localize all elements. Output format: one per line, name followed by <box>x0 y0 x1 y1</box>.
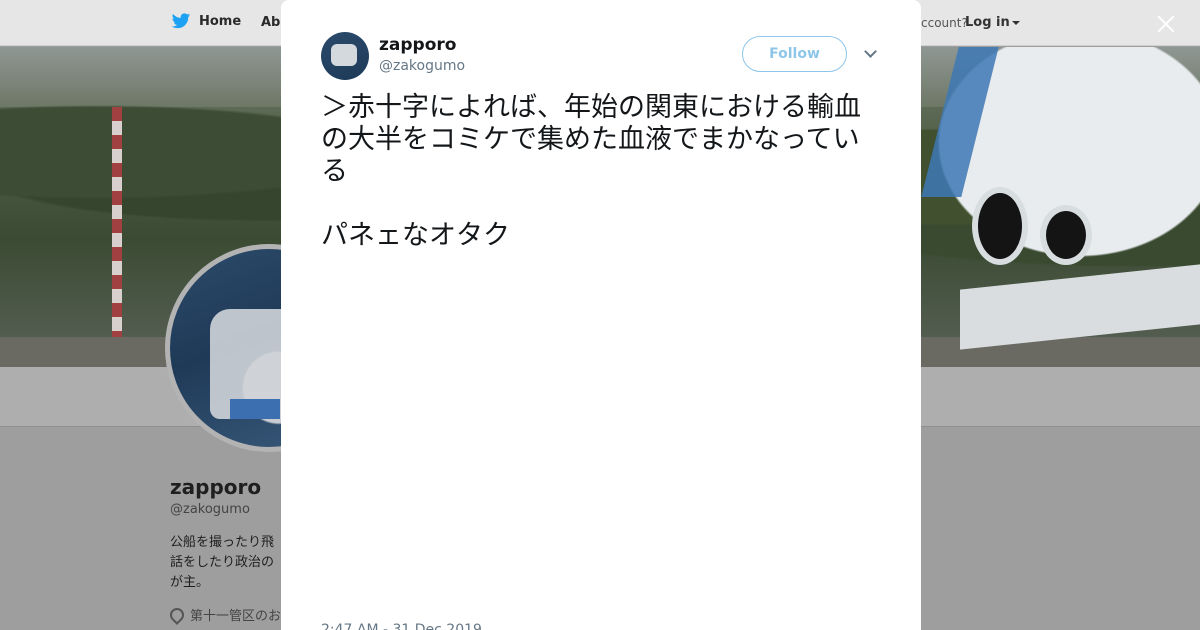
twitter-bird-icon <box>171 13 191 29</box>
nav-home-link[interactable]: Home <box>171 13 241 30</box>
tweet-author-avatar[interactable] <box>321 32 369 80</box>
nav-home-label: Home <box>199 14 242 29</box>
caret-down-icon <box>1011 20 1020 25</box>
profile-location: 第十一管区のお <box>167 604 282 625</box>
profile-location-text: 第十一管区のお <box>190 609 282 624</box>
tweet-timestamp[interactable]: 2:47 AM - 31 Dec 2019 <box>321 622 482 630</box>
login-label: Log in <box>965 15 1010 30</box>
profile-name: zapporo <box>170 475 262 499</box>
tweet-modal: zapporo @zakogumo Follow ＞赤十字によれば、年始の関東に… <box>281 0 921 630</box>
account-prompt: ccount? <box>921 16 968 30</box>
tweet-text: ＞赤十字によれば、年始の関東における輸血の大半をコミケで集めた血液でまかなってい… <box>321 92 861 251</box>
close-icon[interactable] <box>1155 13 1177 35</box>
tweet-author-name[interactable]: zapporo <box>379 35 456 55</box>
radio-tower <box>112 107 122 362</box>
tweet-author-handle[interactable]: @zakogumo <box>379 58 465 74</box>
chevron-down-icon[interactable] <box>864 45 877 58</box>
follow-button[interactable]: Follow <box>742 36 847 72</box>
login-button[interactable]: Log in <box>965 15 1020 30</box>
profile-bio: 公船を撮ったり飛話をしたり政治のが主。 <box>170 535 275 590</box>
profile-handle: @zakogumo <box>170 502 250 517</box>
location-pin-icon <box>167 604 187 625</box>
